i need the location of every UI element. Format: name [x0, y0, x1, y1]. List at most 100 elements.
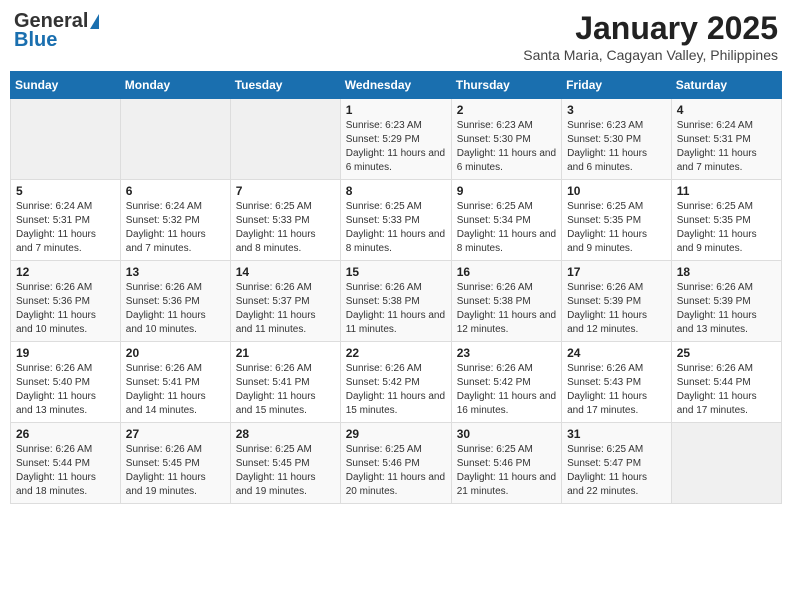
day-number: 6 — [126, 184, 225, 198]
weekday-header-row: SundayMondayTuesdayWednesdayThursdayFrid… — [11, 72, 782, 99]
calendar-cell: 2 Sunrise: 6:23 AMSunset: 5:30 PMDaylight… — [451, 99, 561, 180]
day-info: Sunrise: 6:26 AMSunset: 5:42 PMDaylight:… — [457, 362, 556, 418]
calendar-cell: 18 Sunrise: 6:26 AMSunset: 5:39 PMDayligh… — [671, 261, 781, 342]
day-number: 30 — [457, 427, 556, 441]
calendar-cell: 28Sunrise: 6:25 AMSunset: 5:45 PMDayligh… — [230, 423, 340, 504]
calendar-cell: 4 Sunrise: 6:24 AMSunset: 5:31 PMDaylight… — [671, 99, 781, 180]
day-number: 22 — [346, 346, 446, 360]
day-number: 4 — [677, 103, 776, 117]
weekday-header-monday: Monday — [120, 72, 230, 99]
weekday-header-sunday: Sunday — [11, 72, 121, 99]
day-number: 18 — [677, 265, 776, 279]
calendar-cell: 15 Sunrise: 6:26 AMSunset: 5:38 PMDayligh… — [340, 261, 451, 342]
day-info: Sunrise: 6:24 AMSunset: 5:31 PMDaylight:… — [16, 200, 115, 256]
calendar-cell: 25 Sunrise: 6:26 AMSunset: 5:44 PMDayligh… — [671, 342, 781, 423]
month-title: January 2025 — [523, 10, 778, 47]
day-info: Sunrise: 6:26 AMSunset: 5:44 PMDaylight:… — [16, 443, 115, 499]
day-info: Sunrise: 6:26 AMSunset: 5:41 PMDaylight:… — [126, 362, 225, 418]
day-info: Sunrise: 6:26 AMSunset: 5:39 PMDaylight:… — [677, 281, 776, 337]
day-number: 9 — [457, 184, 556, 198]
day-number: 11 — [677, 184, 776, 198]
calendar-cell — [11, 99, 121, 180]
day-number: 23 — [457, 346, 556, 360]
day-info: Sunrise: 6:26 AMSunset: 5:45 PMDaylight:… — [126, 443, 225, 499]
day-number: 16 — [457, 265, 556, 279]
calendar-cell: 27Sunrise: 6:26 AMSunset: 5:45 PMDayligh… — [120, 423, 230, 504]
day-number: 1 — [346, 103, 446, 117]
calendar-week-2: 5Sunrise: 6:24 AMSunset: 5:31 PMDaylight… — [11, 180, 782, 261]
day-number: 29 — [346, 427, 446, 441]
calendar-cell: 7 Sunrise: 6:25 AMSunset: 5:33 PMDaylight… — [230, 180, 340, 261]
calendar-cell: 6 Sunrise: 6:24 AMSunset: 5:32 PMDaylight… — [120, 180, 230, 261]
day-info: Sunrise: 6:25 AMSunset: 5:35 PMDaylight:… — [567, 200, 666, 256]
day-info: Sunrise: 6:23 AMSunset: 5:30 PMDaylight:… — [567, 119, 666, 175]
calendar-cell: 19 Sunrise: 6:26 AMSunset: 5:40 PMDayligh… — [11, 342, 121, 423]
logo-triangle-icon — [90, 14, 99, 29]
calendar-cell: 8Sunrise: 6:25 AMSunset: 5:33 PMDaylight… — [340, 180, 451, 261]
day-info: Sunrise: 6:26 AMSunset: 5:40 PMDaylight:… — [16, 362, 115, 418]
calendar-table: SundayMondayTuesdayWednesdayThursdayFrid… — [10, 71, 782, 504]
day-info: Sunrise: 6:26 AMSunset: 5:41 PMDaylight:… — [236, 362, 335, 418]
calendar-cell: 20Sunrise: 6:26 AMSunset: 5:41 PMDayligh… — [120, 342, 230, 423]
calendar-week-5: 26Sunrise: 6:26 AMSunset: 5:44 PMDayligh… — [11, 423, 782, 504]
page-header: General Blue January 2025 Santa Maria, C… — [10, 10, 782, 63]
day-info: Sunrise: 6:26 AMSunset: 5:38 PMDaylight:… — [346, 281, 446, 337]
day-number: 19 — [16, 346, 115, 360]
day-info: Sunrise: 6:26 AMSunset: 5:36 PMDaylight:… — [126, 281, 225, 337]
logo: General Blue — [14, 10, 99, 52]
day-info: Sunrise: 6:24 AMSunset: 5:32 PMDaylight:… — [126, 200, 225, 256]
day-number: 13 — [126, 265, 225, 279]
day-info: Sunrise: 6:26 AMSunset: 5:38 PMDaylight:… — [457, 281, 556, 337]
calendar-cell: 17Sunrise: 6:26 AMSunset: 5:39 PMDayligh… — [562, 261, 672, 342]
calendar-cell: 11 Sunrise: 6:25 AMSunset: 5:35 PMDayligh… — [671, 180, 781, 261]
day-number: 21 — [236, 346, 335, 360]
calendar-week-1: 1Sunrise: 6:23 AMSunset: 5:29 PMDaylight… — [11, 99, 782, 180]
day-info: Sunrise: 6:25 AMSunset: 5:35 PMDaylight:… — [677, 200, 776, 256]
calendar-cell — [671, 423, 781, 504]
day-info: Sunrise: 6:26 AMSunset: 5:42 PMDaylight:… — [346, 362, 446, 418]
calendar-cell: 23 Sunrise: 6:26 AMSunset: 5:42 PMDayligh… — [451, 342, 561, 423]
day-number: 24 — [567, 346, 666, 360]
calendar-cell: 29 Sunrise: 6:25 AMSunset: 5:46 PMDayligh… — [340, 423, 451, 504]
day-info: Sunrise: 6:25 AMSunset: 5:46 PMDaylight:… — [346, 443, 446, 499]
weekday-header-saturday: Saturday — [671, 72, 781, 99]
calendar-cell: 3 Sunrise: 6:23 AMSunset: 5:30 PMDaylight… — [562, 99, 672, 180]
logo-blue-text: Blue — [14, 29, 57, 52]
weekday-header-wednesday: Wednesday — [340, 72, 451, 99]
calendar-cell: 21 Sunrise: 6:26 AMSunset: 5:41 PMDayligh… — [230, 342, 340, 423]
day-number: 8 — [346, 184, 446, 198]
calendar-cell: 30 Sunrise: 6:25 AMSunset: 5:46 PMDayligh… — [451, 423, 561, 504]
day-info: Sunrise: 6:24 AMSunset: 5:31 PMDaylight:… — [677, 119, 776, 175]
calendar-week-3: 12 Sunrise: 6:26 AMSunset: 5:36 PMDayligh… — [11, 261, 782, 342]
day-number: 2 — [457, 103, 556, 117]
day-number: 15 — [346, 265, 446, 279]
day-info: Sunrise: 6:25 AMSunset: 5:46 PMDaylight:… — [457, 443, 556, 499]
day-number: 3 — [567, 103, 666, 117]
day-info: Sunrise: 6:26 AMSunset: 5:37 PMDaylight:… — [236, 281, 335, 337]
calendar-cell: 31Sunrise: 6:25 AMSunset: 5:47 PMDayligh… — [562, 423, 672, 504]
day-info: Sunrise: 6:26 AMSunset: 5:44 PMDaylight:… — [677, 362, 776, 418]
calendar-cell: 26Sunrise: 6:26 AMSunset: 5:44 PMDayligh… — [11, 423, 121, 504]
day-number: 12 — [16, 265, 115, 279]
weekday-header-friday: Friday — [562, 72, 672, 99]
day-info: Sunrise: 6:23 AMSunset: 5:30 PMDaylight:… — [457, 119, 556, 175]
calendar-cell: 13 Sunrise: 6:26 AMSunset: 5:36 PMDayligh… — [120, 261, 230, 342]
calendar-week-4: 19 Sunrise: 6:26 AMSunset: 5:40 PMDayligh… — [11, 342, 782, 423]
calendar-cell: 24 Sunrise: 6:26 AMSunset: 5:43 PMDayligh… — [562, 342, 672, 423]
calendar-cell: 16 Sunrise: 6:26 AMSunset: 5:38 PMDayligh… — [451, 261, 561, 342]
day-info: Sunrise: 6:26 AMSunset: 5:43 PMDaylight:… — [567, 362, 666, 418]
calendar-cell: 5Sunrise: 6:24 AMSunset: 5:31 PMDaylight… — [11, 180, 121, 261]
day-number: 10 — [567, 184, 666, 198]
day-info: Sunrise: 6:25 AMSunset: 5:34 PMDaylight:… — [457, 200, 556, 256]
calendar-cell: 1Sunrise: 6:23 AMSunset: 5:29 PMDaylight… — [340, 99, 451, 180]
day-number: 28 — [236, 427, 335, 441]
weekday-header-thursday: Thursday — [451, 72, 561, 99]
day-info: Sunrise: 6:25 AMSunset: 5:47 PMDaylight:… — [567, 443, 666, 499]
day-info: Sunrise: 6:26 AMSunset: 5:36 PMDaylight:… — [16, 281, 115, 337]
day-info: Sunrise: 6:25 AMSunset: 5:33 PMDaylight:… — [236, 200, 335, 256]
calendar-cell: 10 Sunrise: 6:25 AMSunset: 5:35 PMDayligh… — [562, 180, 672, 261]
day-number: 14 — [236, 265, 335, 279]
day-number: 7 — [236, 184, 335, 198]
day-info: Sunrise: 6:26 AMSunset: 5:39 PMDaylight:… — [567, 281, 666, 337]
day-number: 25 — [677, 346, 776, 360]
